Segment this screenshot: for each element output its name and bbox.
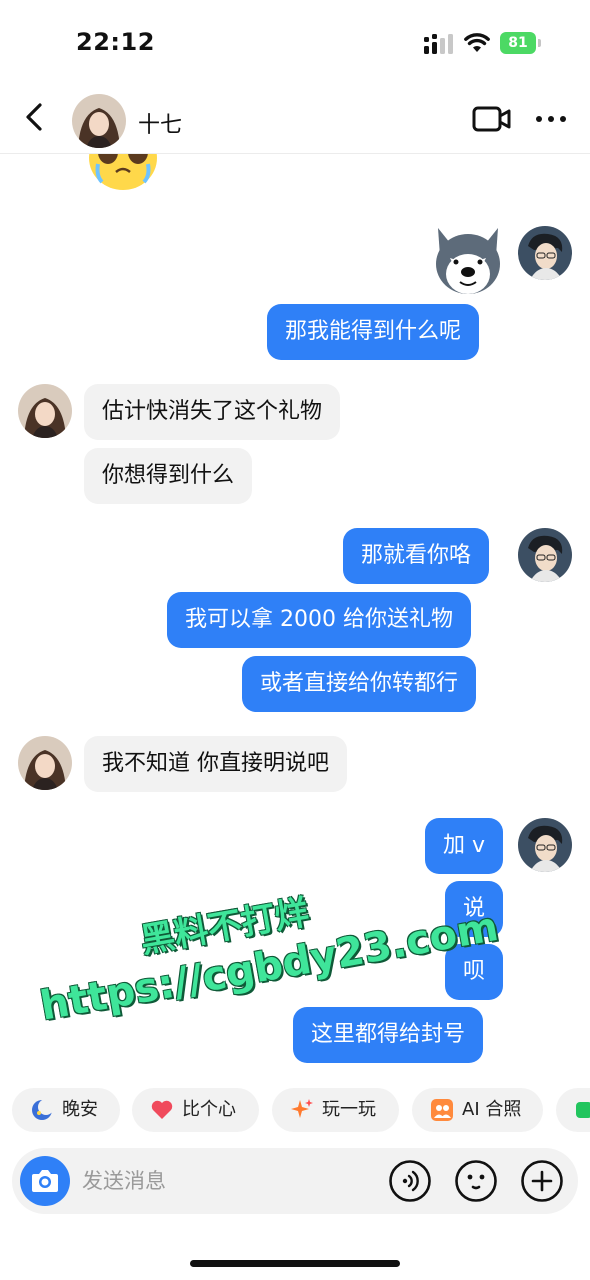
contact-avatar-image xyxy=(18,736,72,790)
message-bubble-outgoing[interactable]: 呗 xyxy=(445,944,504,1000)
status-time: 22:12 xyxy=(76,28,155,56)
quick-reply-heart[interactable]: 比个心 xyxy=(132,1088,259,1132)
quick-reply-label: 晚安 xyxy=(62,1099,98,1120)
my-avatar[interactable] xyxy=(518,818,572,872)
quick-reply-play[interactable]: 玩一玩 xyxy=(272,1088,399,1132)
my-avatar[interactable] xyxy=(518,226,572,280)
wifi-icon xyxy=(464,33,490,52)
battery-level: 81 xyxy=(508,35,528,51)
my-avatar-image xyxy=(518,818,572,872)
message-bubble-outgoing[interactable]: 我可以拿 2000 给你送礼物 xyxy=(167,592,471,648)
message-bubble-outgoing[interactable]: 那我能得到什么呢 xyxy=(267,304,480,360)
chat-header: 十七 xyxy=(0,80,590,154)
camera-button[interactable] xyxy=(20,1156,70,1206)
portrait-icon xyxy=(431,1099,453,1121)
quick-reply-label: AI 合照 xyxy=(462,1099,522,1120)
quick-reply-label: 比个心 xyxy=(182,1099,236,1120)
more-options-icon[interactable] xyxy=(534,106,568,132)
message-list[interactable]: 那我能得到什么呢 估计快消失了这个礼物 你想得到什么 那就看你咯 我可以拿 20… xyxy=(0,154,590,1080)
heart-icon xyxy=(151,1100,173,1119)
message-bubble-outgoing[interactable]: 说 xyxy=(445,881,504,937)
contact-message-avatar[interactable] xyxy=(18,384,72,438)
green-square-icon xyxy=(576,1102,590,1118)
video-call-icon[interactable] xyxy=(472,104,512,134)
cellular-signal-icon xyxy=(424,34,453,54)
message-bubble-incoming[interactable]: 我不知道 你直接明说吧 xyxy=(84,736,347,792)
battery-indicator: 81 xyxy=(500,32,542,54)
quick-reply-label: 玩一玩 xyxy=(322,1099,376,1120)
moon-icon xyxy=(32,1099,54,1120)
voice-message-icon[interactable] xyxy=(388,1159,432,1203)
message-input[interactable] xyxy=(82,1148,372,1214)
sparkle-icon xyxy=(291,1099,313,1118)
message-bubble-outgoing[interactable]: 或者直接给你转都行 xyxy=(242,656,477,712)
my-avatar-image xyxy=(518,226,572,280)
contact-avatar-image xyxy=(72,94,126,148)
husky-dog-sticker xyxy=(436,228,500,294)
contact-avatar[interactable] xyxy=(72,94,126,148)
contact-avatar-image xyxy=(18,384,72,438)
message-bubble-outgoing[interactable]: 这里都得给封号 xyxy=(293,1007,484,1063)
message-bubble-incoming[interactable]: 你想得到什么 xyxy=(84,448,253,504)
contact-message-avatar[interactable] xyxy=(18,736,72,790)
message-bubble-outgoing[interactable]: 加 v xyxy=(425,818,504,874)
quick-reply-goodnight[interactable]: 晚安 xyxy=(12,1088,120,1132)
contact-name[interactable]: 十七 xyxy=(138,107,182,139)
my-avatar[interactable] xyxy=(518,528,572,582)
quick-reply-more[interactable] xyxy=(556,1088,590,1132)
message-bubble-incoming[interactable]: 估计快消失了这个礼物 xyxy=(84,384,341,440)
quick-reply-ai-photo[interactable]: AI 合照 xyxy=(412,1088,543,1132)
home-indicator[interactable] xyxy=(190,1260,400,1267)
back-arrow-icon[interactable] xyxy=(18,100,52,134)
emoji-icon[interactable] xyxy=(454,1159,498,1203)
quick-reply-bar: 晚安 比个心 玩一玩 AI 合照 xyxy=(0,1086,590,1134)
message-composer xyxy=(12,1148,578,1214)
status-bar: 22:12 81 xyxy=(0,0,590,80)
plus-icon[interactable] xyxy=(520,1159,564,1203)
crying-face-emoji xyxy=(89,154,157,190)
camera-icon xyxy=(32,1170,58,1192)
my-avatar-image xyxy=(518,528,572,582)
message-bubble-outgoing[interactable]: 那就看你咯 xyxy=(343,528,490,584)
